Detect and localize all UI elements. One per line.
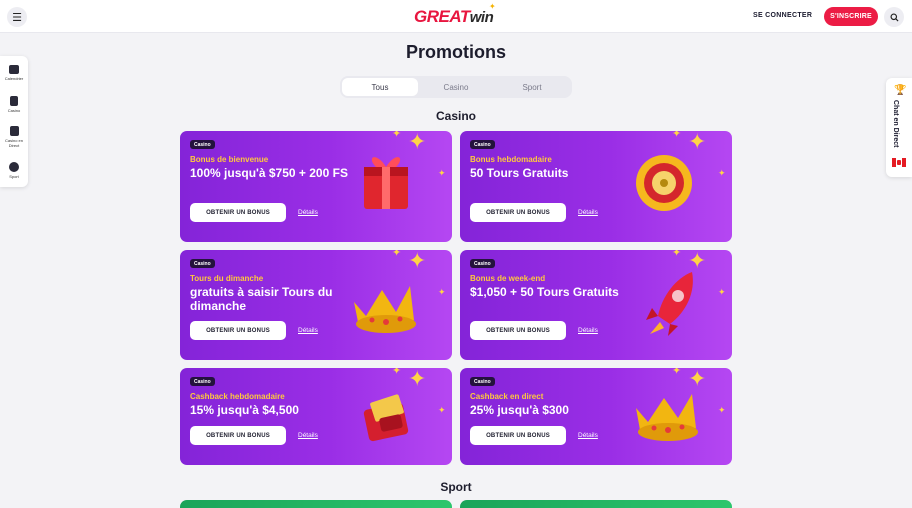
live-casino-icon — [9, 126, 19, 136]
get-bonus-button[interactable]: OBTENIR UN BONUS — [190, 426, 286, 445]
sparkle-icon: ✦ — [718, 405, 726, 415]
details-link[interactable]: Détails — [578, 432, 598, 439]
category-tag: Casino — [190, 259, 215, 268]
get-bonus-button[interactable]: OBTENIR UN BONUS — [190, 321, 286, 340]
slot-machine-icon — [10, 96, 18, 106]
search-icon — [889, 12, 899, 22]
get-bonus-button[interactable]: OBTENIR UN BONUS — [470, 203, 566, 222]
sparkle-icon: ✦ — [392, 131, 402, 140]
right-sidebar: 🏆 Chat en Direct — [886, 78, 912, 177]
trophy-icon[interactable]: 🏆 — [894, 85, 906, 96]
promo-subtitle: Cashback hebdomadaire — [190, 392, 285, 401]
sparkle-icon: ✦ — [408, 250, 427, 273]
details-link[interactable]: Détails — [578, 327, 598, 334]
details-link[interactable]: Détails — [298, 432, 318, 439]
sidebar-item-calendar[interactable]: Calendrier — [0, 65, 28, 81]
sidebar-item-label: Casino en Direct — [4, 138, 23, 148]
logo[interactable]: GREATwin ✦ — [414, 2, 496, 27]
sparkle-icon: ✦ — [408, 368, 427, 391]
promo-subtitle: Bonus de bienvenue — [190, 155, 269, 164]
page-title: Promotions — [405, 42, 506, 62]
sparkle-icon: ✦ — [672, 131, 682, 140]
sport-promo-card — [180, 500, 452, 508]
sidebar-item-label: Calendrier — [4, 76, 24, 81]
gift-box-icon: ✦ ✦ ✦ — [342, 131, 452, 242]
sidebar-item-live-casino[interactable]: Casino en Direct — [0, 126, 28, 148]
promo-subtitle: Cashback en direct — [470, 392, 544, 401]
hamburger-menu-button[interactable]: ☰ — [7, 7, 27, 27]
promo-card-live-cashback: Casino Cashback en direct 25% jusqu'à $3… — [460, 368, 732, 465]
signup-button[interactable]: S'INSCRIRE — [824, 7, 878, 26]
soccer-ball-icon — [9, 162, 19, 172]
category-tag: Casino — [190, 140, 215, 149]
get-bonus-button[interactable]: OBTENIR UN BONUS — [470, 321, 566, 340]
sparkle-icon: ✦ — [392, 250, 402, 259]
details-link[interactable]: Détails — [578, 209, 598, 216]
get-bonus-button[interactable]: OBTENIR UN BONUS — [190, 203, 286, 222]
logo-win: win — [469, 9, 494, 26]
category-tag: Casino — [470, 377, 495, 386]
sparkle-icon: ✦ — [408, 131, 427, 154]
calendar-icon — [9, 65, 19, 74]
sidebar-item-sport[interactable]: Sport — [0, 162, 28, 179]
details-link[interactable]: Détails — [298, 327, 318, 334]
sparkle-icon: ✦ — [438, 287, 446, 297]
promo-headline: 100% jusqu'à $750 + 200 FS — [190, 166, 348, 180]
canada-flag-icon[interactable] — [892, 158, 906, 167]
sparkle-icon: ✦ — [688, 250, 707, 273]
promo-subtitle: Bonus de week-end — [470, 274, 546, 283]
promo-card-weekly-cashback: Casino Cashback hebdomadaire 15% jusqu'à… — [180, 368, 452, 465]
casino-section-title: Casino — [435, 109, 476, 123]
tab-sport[interactable]: Sport — [494, 78, 570, 96]
promo-headline: gratuits à saisir Tours du dimanche — [190, 285, 333, 313]
sparkle-icon: ✦ — [392, 368, 402, 377]
sparkle-icon: ✦ — [438, 405, 446, 415]
sparkle-icon: ✦ — [688, 131, 707, 154]
category-tag: Casino — [190, 377, 215, 386]
crown-icon: ✦ ✦ ✦ — [622, 368, 732, 465]
sparkle-icon: ✦ — [438, 168, 446, 178]
crown-icon: ✦ ✦ ✦ — [342, 250, 452, 360]
promo-headline: 15% jusqu'à $4,500 — [190, 403, 299, 417]
get-bonus-button[interactable]: OBTENIR UN BONUS — [470, 426, 566, 445]
rocket-icon: ✦ ✦ ✦ — [622, 250, 732, 360]
promo-card-sunday-spins: Casino Tours du dimanche gratuits à sais… — [180, 250, 452, 360]
signin-link[interactable]: SE CONNECTER — [753, 12, 812, 19]
sparkle-icon: ✦ — [718, 168, 726, 178]
sparkle-icon: ✦ — [688, 368, 707, 391]
roulette-wheel-icon: ✦ ✦ ✦ — [622, 131, 732, 242]
sidebar-item-label: Sport — [9, 174, 19, 179]
sparkle-icon: ✦ — [718, 287, 726, 297]
wallet-icon: ✦ ✦ ✦ — [342, 368, 452, 465]
logo-star-icon: ✦ — [489, 2, 496, 11]
details-link[interactable]: Détails — [298, 209, 318, 216]
promo-card-welcome-bonus: Casino Bonus de bienvenue 100% jusqu'à $… — [180, 131, 452, 242]
tab-casino[interactable]: Casino — [418, 78, 494, 96]
promo-headline: 50 Tours Gratuits — [470, 166, 569, 180]
sport-section-title: Sport — [440, 480, 472, 494]
hamburger-icon: ☰ — [12, 11, 22, 24]
tab-all[interactable]: Tous — [342, 78, 418, 96]
search-button[interactable] — [884, 7, 904, 27]
top-header: ☰ GREATwin ✦ SE CONNECTER S'INSCRIRE — [0, 0, 912, 33]
sport-promo-card — [460, 500, 732, 508]
promo-headline: 25% jusqu'à $300 — [470, 403, 569, 417]
promo-card-weekend-bonus: Casino Bonus de week-end $1,050 + 50 Tou… — [460, 250, 732, 360]
category-tag: Casino — [470, 140, 495, 149]
sparkle-icon: ✦ — [672, 250, 682, 259]
category-tag: Casino — [470, 259, 495, 268]
promo-headline: $1,050 + 50 Tours Gratuits — [470, 285, 619, 299]
promo-subtitle: Tours du dimanche — [190, 274, 264, 283]
promo-tabs: Tous Casino Sport — [340, 76, 572, 98]
promo-subtitle: Bonus hebdomadaire — [470, 155, 552, 164]
sparkle-icon: ✦ — [672, 368, 682, 377]
logo-great: GREAT — [414, 7, 470, 26]
live-chat-button[interactable]: Chat en Direct — [892, 100, 899, 147]
promo-card-weekly-bonus: Casino Bonus hebdomadaire 50 Tours Gratu… — [460, 131, 732, 242]
